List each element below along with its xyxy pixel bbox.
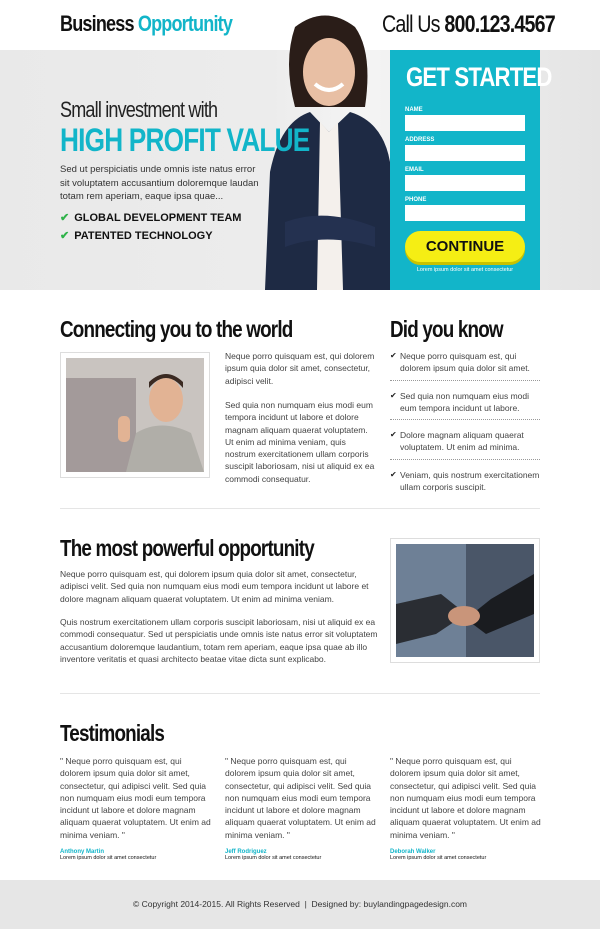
hero-headline: HIGH PROFIT VALUE xyxy=(60,122,310,158)
divider xyxy=(60,508,540,509)
connecting-paragraph-1: Neque porro quisquam est, qui dolorem ip… xyxy=(225,351,375,386)
opportunity-paragraph-2: Quis nostrum exercitationem ullam corpor… xyxy=(60,617,378,664)
check-icon: ✔ xyxy=(390,469,397,479)
continue-button[interactable]: CONTINUE xyxy=(405,231,525,262)
did-you-know-list: ✔ Neque porro quisquam est, qui dolorem i… xyxy=(390,347,540,504)
photo-frame xyxy=(390,538,540,663)
feature-label: PATENTED TECHNOLOGY xyxy=(74,230,213,242)
testimonial-role: Lorem ipsum dolor sit amet consectetur xyxy=(225,855,322,862)
testimonial-quote: " Neque porro quisquam est, qui dolorem … xyxy=(60,756,211,840)
logo-accent-text: Opportunity xyxy=(137,11,233,36)
list-item-text: Neque porro quisquam est, qui dolorem ip… xyxy=(400,351,530,374)
feature-item: ✔ PATENTED TECHNOLOGY xyxy=(60,229,213,242)
opportunity-title: The most powerful opportunity xyxy=(60,535,315,561)
call-label: Call Us xyxy=(382,11,441,38)
testimonial-quote: " Neque porro quisquam est, qui dolorem … xyxy=(225,756,376,840)
footer-text: © Copyright 2014-2015. All Rights Reserv… xyxy=(132,899,468,909)
logo: Business Opportunity xyxy=(60,11,233,37)
check-icon: ✔ xyxy=(390,390,397,400)
lead-form: GET STARTED NAME ADDRESS EMAIL PHONE CON… xyxy=(390,50,552,290)
call-us: Call Us 800.123.4567 xyxy=(382,11,556,39)
list-item-text: Dolore magnam aliquam quaerat voluptatem… xyxy=(400,430,524,453)
phone-number[interactable]: 800.123.4567 xyxy=(444,11,555,38)
did-you-know-title: Did you know xyxy=(390,316,504,342)
connecting-paragraph-2: Sed quia non numquam eius modi eum tempo… xyxy=(225,400,375,484)
email-input[interactable] xyxy=(405,175,525,191)
footer: © Copyright 2014-2015. All Rights Reserv… xyxy=(0,880,600,929)
check-icon: ✔ xyxy=(390,430,397,440)
list-item: ✔ Dolore magnam aliquam quaerat voluptate… xyxy=(390,426,540,460)
address-label: ADDRESS xyxy=(405,137,435,143)
connecting-title: Connecting you to the world xyxy=(60,316,293,342)
testimonials-title: Testimonials xyxy=(60,720,165,746)
feature-item: ✔ GLOBAL DEVELOPMENT TEAM xyxy=(60,211,241,224)
list-item: ✔ Neque porro quisquam est, qui dolorem i… xyxy=(390,347,540,381)
name-label: NAME xyxy=(405,107,423,113)
testimonial-quote: " Neque porro quisquam est, qui dolorem … xyxy=(390,756,541,840)
email-label: EMAIL xyxy=(405,167,424,173)
check-icon: ✔ xyxy=(60,212,70,224)
testimonial-role: Lorem ipsum dolor sit amet consectetur xyxy=(60,855,157,862)
check-icon: ✔ xyxy=(60,230,70,242)
testimonial-role: Lorem ipsum dolor sit amet consectetur xyxy=(390,855,487,862)
testimonial-card: " Neque porro quisquam est, qui dolorem … xyxy=(60,755,212,861)
form-title: GET STARTED xyxy=(406,62,552,92)
check-icon: ✔ xyxy=(390,351,397,360)
feature-label: GLOBAL DEVELOPMENT TEAM xyxy=(74,212,242,224)
list-item-text: Veniam, quis nostrum exercitationem ulla… xyxy=(400,469,540,493)
address-input[interactable] xyxy=(405,145,525,161)
testimonial-card: " Neque porro quisquam est, qui dolorem … xyxy=(225,755,377,861)
businessman-thumbs-up-photo xyxy=(66,358,204,472)
handshake-photo xyxy=(396,544,534,657)
phone-input[interactable] xyxy=(405,205,525,221)
phone-label: PHONE xyxy=(405,197,427,203)
opportunity-paragraph-1: Neque porro quisquam est, qui dolorem ip… xyxy=(60,569,369,604)
hero-text: Sed ut perspiciatis unde omnis iste natu… xyxy=(60,164,259,202)
hero-subtitle: Small investment with xyxy=(60,97,218,122)
name-input[interactable] xyxy=(405,115,525,131)
photo-frame xyxy=(60,352,210,478)
logo-text: Business xyxy=(60,11,134,36)
testimonial-card: " Neque porro quisquam est, qui dolorem … xyxy=(390,755,542,861)
list-item: ✔ Sed quia non numquam eius modi eum temp… xyxy=(390,387,540,421)
list-item-text: Sed quia non numquam eius modi eum tempo… xyxy=(400,390,529,413)
divider xyxy=(60,693,540,694)
list-item: ✔ Veniam, quis nostrum exercitationem ull… xyxy=(390,466,540,499)
form-note: Lorem ipsum dolor sit amet consectetur xyxy=(416,267,514,273)
